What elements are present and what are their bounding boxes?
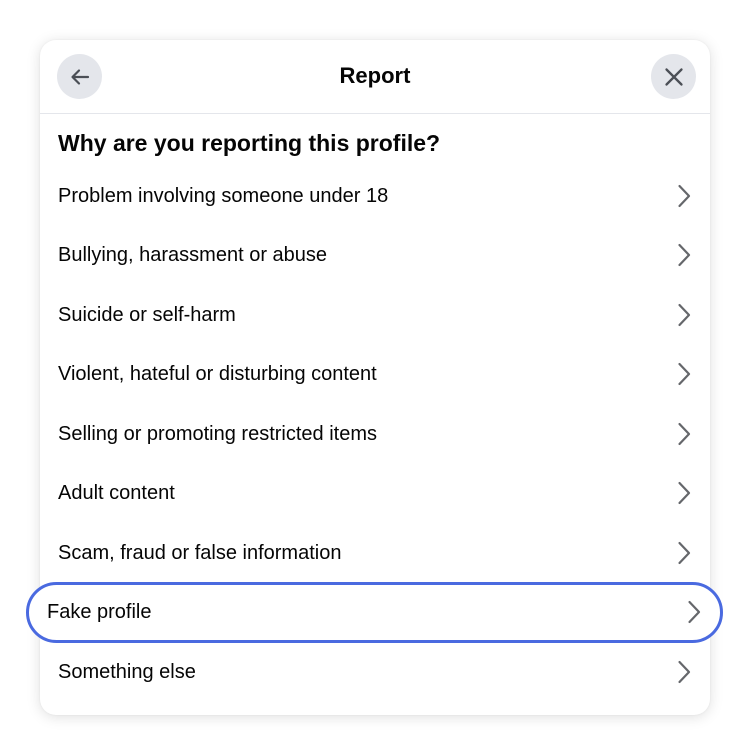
option-under-18[interactable]: Problem involving someone under 18 xyxy=(40,166,710,226)
chevron-right-icon xyxy=(686,599,702,625)
option-restricted-items[interactable]: Selling or promoting restricted items xyxy=(40,404,710,464)
chevron-right-icon xyxy=(676,480,692,506)
dialog-title: Report xyxy=(339,63,411,88)
chevron-right-icon xyxy=(676,242,692,268)
option-label: Violent, hateful or disturbing content xyxy=(58,363,377,386)
chevron-right-icon xyxy=(676,302,692,328)
option-self-harm[interactable]: Suicide or self-harm xyxy=(40,285,710,345)
dialog-header: Report xyxy=(40,40,710,114)
option-scam-fraud[interactable]: Scam, fraud or false information xyxy=(40,523,710,583)
chevron-right-icon xyxy=(676,421,692,447)
chevron-right-icon xyxy=(676,183,692,209)
option-violent-content[interactable]: Violent, hateful or disturbing content xyxy=(40,345,710,405)
option-fake-profile[interactable]: Fake profile xyxy=(26,581,723,643)
report-question: Why are you reporting this profile? xyxy=(58,130,441,156)
option-label: Something else xyxy=(58,660,196,683)
option-label: Fake profile xyxy=(47,601,152,624)
option-something-else[interactable]: Something else xyxy=(40,642,710,702)
chevron-right-icon xyxy=(676,659,692,685)
option-label: Suicide or self-harm xyxy=(58,303,236,326)
close-button[interactable] xyxy=(651,54,696,99)
close-icon xyxy=(664,67,683,86)
chevron-right-icon xyxy=(676,361,692,387)
option-label: Bullying, harassment or abuse xyxy=(58,244,328,267)
report-options-list: Problem involving someone under 18 Bully… xyxy=(26,166,723,702)
option-label: Problem involving someone under 18 xyxy=(58,184,389,207)
option-adult-content[interactable]: Adult content xyxy=(40,464,710,524)
report-dialog: Report Why are you reporting this profil… xyxy=(26,40,723,715)
option-bullying[interactable]: Bullying, harassment or abuse xyxy=(40,226,710,286)
chevron-right-icon xyxy=(676,540,692,566)
option-label: Scam, fraud or false information xyxy=(58,541,342,564)
option-label: Selling or promoting restricted items xyxy=(58,422,378,445)
option-label: Adult content xyxy=(58,482,175,505)
